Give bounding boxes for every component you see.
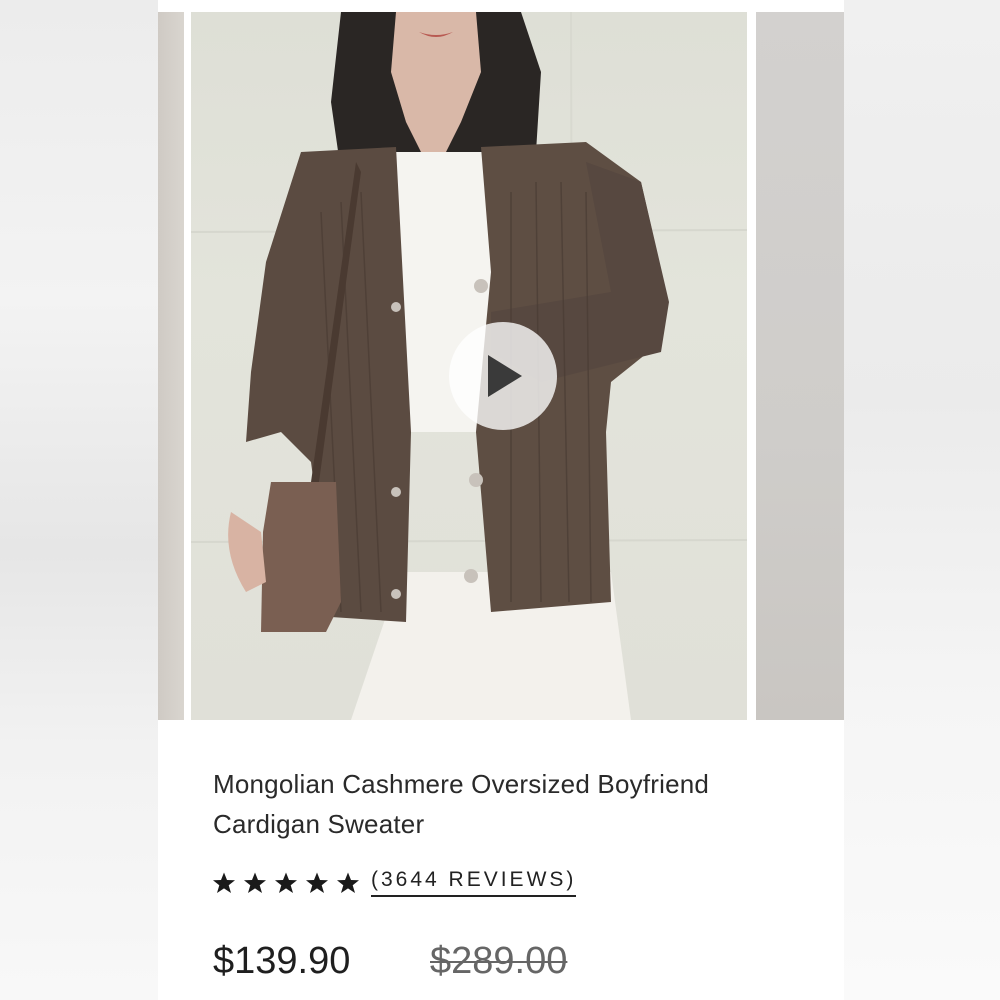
background-blur-left [0, 0, 158, 1000]
product-image[interactable] [191, 12, 747, 720]
play-video-button[interactable] [449, 322, 557, 430]
product-rating: (3644 REVIEWS) [208, 868, 577, 897]
star-icon [208, 870, 239, 896]
price-current: $139.90 [213, 940, 351, 982]
carousel-next-slide[interactable] [756, 12, 844, 720]
product-title: Mongolian Cashmere Oversized Boyfriend C… [213, 769, 710, 839]
star-rating [208, 870, 363, 896]
price-original: $289.00 [430, 940, 568, 982]
product-panel: Mongolian Cashmere Oversized Boyfriend C… [158, 0, 844, 1000]
play-icon [488, 355, 522, 397]
image-carousel[interactable] [158, 12, 844, 720]
carousel-prev-slide[interactable] [158, 12, 184, 720]
star-icon [301, 870, 332, 896]
star-icon [332, 870, 363, 896]
background-blur-right [844, 0, 1000, 1000]
reviews-link[interactable]: (3644 REVIEWS) [371, 868, 577, 897]
star-icon [239, 870, 270, 896]
star-icon [270, 870, 301, 896]
